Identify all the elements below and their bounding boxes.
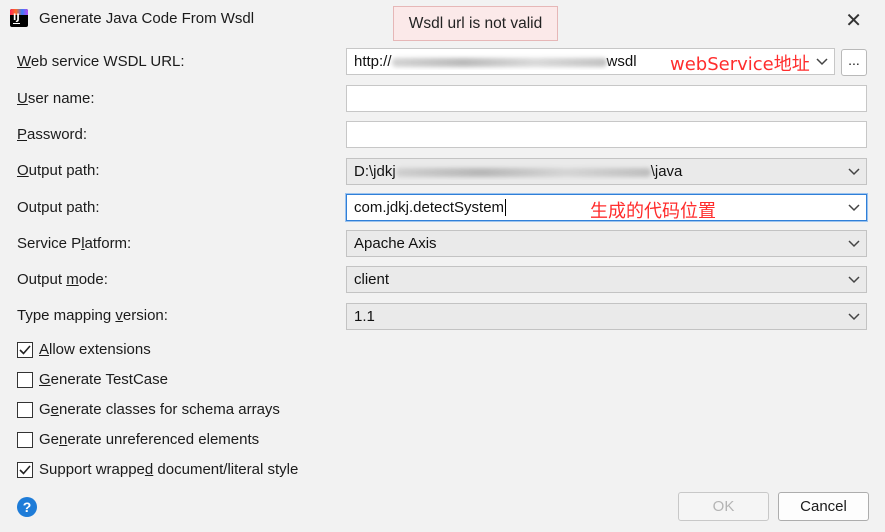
password-input[interactable]	[346, 121, 867, 148]
error-tooltip-text: Wsdl url is not valid	[408, 14, 543, 32]
close-icon[interactable]: ✕	[845, 8, 862, 33]
user-name-label: User name:	[17, 90, 95, 107]
service-platform-label: Service Platform:	[17, 235, 132, 252]
intellij-logo-icon: IJ	[10, 9, 28, 27]
redacted-text	[391, 57, 607, 67]
dialog-title: Generate Java Code From Wsdl	[39, 10, 255, 27]
generate-schema-arrays-checkbox[interactable]: Generate classes for schema arrays	[17, 401, 280, 418]
text-caret	[505, 199, 507, 217]
output-path-label: Output path:	[17, 162, 100, 179]
checkbox-checked-icon[interactable]	[17, 341, 33, 358]
output-path-value: D:\jdkj \java	[354, 163, 683, 180]
chevron-down-icon[interactable]	[842, 312, 866, 321]
type-mapping-label: Type mapping version:	[17, 307, 168, 324]
output-mode-select[interactable]: client	[346, 266, 867, 293]
package-label: Output path:	[17, 199, 100, 216]
chevron-down-icon[interactable]	[842, 239, 866, 248]
user-name-input[interactable]	[346, 85, 867, 112]
checkbox-unchecked-icon[interactable]	[17, 371, 33, 388]
ok-button[interactable]: OK	[678, 492, 769, 521]
checkbox-unchecked-icon[interactable]	[17, 431, 33, 448]
checkbox-label: Generate TestCase	[39, 371, 168, 388]
help-icon[interactable]: ?	[17, 497, 37, 517]
password-label: Password:	[17, 126, 88, 143]
checkbox-label: Generate unreferenced elements	[39, 431, 260, 448]
checkbox-unchecked-icon[interactable]	[17, 401, 33, 418]
checkbox-label: Allow extensions	[39, 341, 151, 358]
package-annotation: 生成的代码位置	[590, 201, 716, 222]
chevron-down-icon[interactable]	[842, 167, 866, 176]
browse-button[interactable]: ...	[841, 49, 867, 76]
url-annotation: webService地址	[670, 54, 810, 75]
checkbox-label: Support wrapped document/literal style	[39, 461, 299, 478]
output-path-combobox[interactable]: D:\jdkj \java	[346, 158, 867, 185]
chevron-down-icon[interactable]	[810, 57, 834, 66]
generate-unreferenced-checkbox[interactable]: Generate unreferenced elements	[17, 431, 259, 448]
checkbox-checked-icon[interactable]	[17, 461, 33, 478]
generate-testcase-checkbox[interactable]: Generate TestCase	[17, 371, 168, 388]
output-mode-label: Output mode:	[17, 271, 108, 288]
chevron-down-icon[interactable]	[842, 203, 866, 212]
cancel-button[interactable]: Cancel	[778, 492, 869, 521]
chevron-down-icon[interactable]	[842, 275, 866, 284]
type-mapping-select[interactable]: 1.1	[346, 303, 867, 330]
error-tooltip: Wsdl url is not valid	[393, 6, 558, 41]
redacted-text	[395, 167, 651, 177]
checkbox-label: Generate classes for schema arrays	[39, 401, 280, 418]
service-platform-select[interactable]: Apache Axis	[346, 230, 867, 257]
wsdl-url-label: Web service WSDL URL:	[17, 53, 185, 70]
allow-extensions-checkbox[interactable]: Allow extensions	[17, 341, 151, 358]
support-wrapped-checkbox[interactable]: Support wrapped document/literal style	[17, 461, 298, 478]
